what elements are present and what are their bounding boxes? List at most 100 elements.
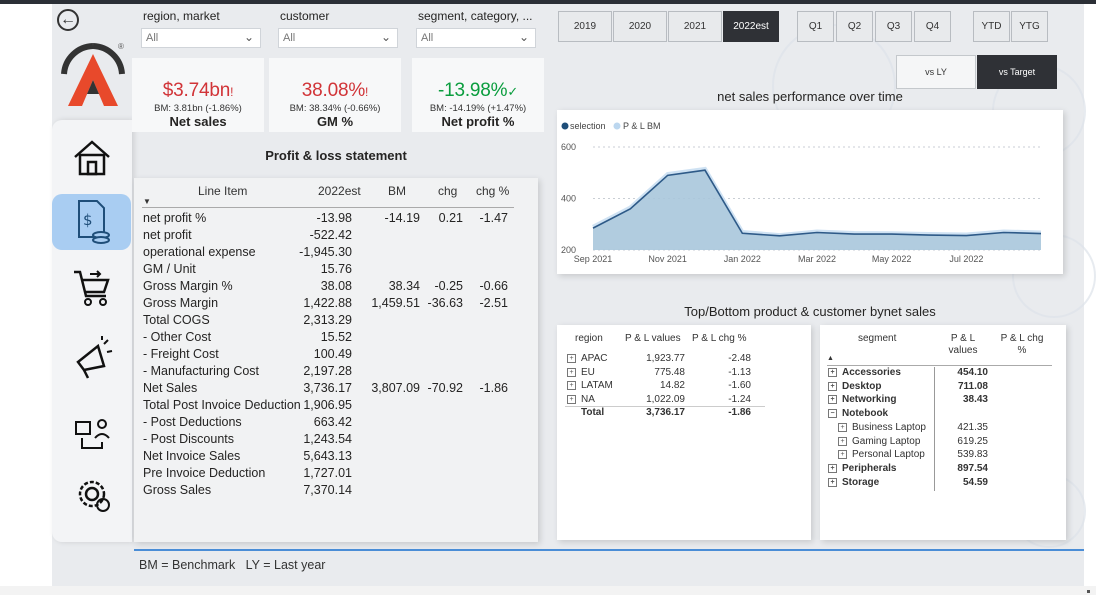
expand-icon[interactable]: + <box>828 463 837 473</box>
expand-icon[interactable]: + <box>567 381 576 390</box>
pnl-row[interactable]: net profit % -13.98 -14.19 0.21 -1.47 <box>143 210 523 227</box>
registered-mark: ® <box>118 42 124 51</box>
region-header-values[interactable]: P & L values <box>625 333 681 345</box>
nav-marketing[interactable] <box>52 330 132 386</box>
pnl-row[interactable]: Net Invoice Sales 5,643.13 <box>143 448 523 465</box>
quarter-q3-button[interactable]: Q3 <box>875 11 912 42</box>
segment-header-values[interactable]: P & L values <box>946 333 980 357</box>
segment-row-value: 539.83 <box>957 449 988 461</box>
ytd-button[interactable]: YTD <box>973 11 1010 42</box>
collapse-icon[interactable]: − <box>828 409 837 419</box>
segment-row-name[interactable]: + Peripherals <box>828 463 896 475</box>
segment-row-name[interactable]: + Business Laptop <box>838 422 926 434</box>
vs-ly-button[interactable]: vs LY <box>896 55 976 89</box>
expand-icon[interactable]: + <box>838 436 847 446</box>
region-header-chg[interactable]: P & L chg % <box>692 333 746 345</box>
legend-bm-label[interactable]: P & L BM <box>623 121 661 131</box>
year-2021-button[interactable]: 2021 <box>668 11 722 42</box>
pnl-row[interactable]: - Other Cost 15.52 <box>143 329 523 346</box>
region-header-region[interactable]: region <box>575 333 603 345</box>
chevron-down-icon: ⌄ <box>518 30 529 44</box>
expand-icon[interactable]: + <box>838 422 847 432</box>
sort-asc-icon[interactable]: ▲ <box>827 355 834 362</box>
region-row-name[interactable]: + LATAM <box>567 380 613 392</box>
pnl-row[interactable]: - Manufacturing Cost 2,197.28 <box>143 363 523 380</box>
svg-text:$: $ <box>83 211 93 229</box>
pnl-row[interactable]: Gross Margin % 38.08 38.34 -0.25 -0.66 <box>143 278 523 295</box>
filter-customer-dropdown[interactable]: All ⌄ <box>278 28 398 48</box>
region-row-name[interactable]: + APAC <box>567 353 608 365</box>
segment-header-chg[interactable]: P & L chg % <box>996 333 1048 357</box>
pnl-header-bm[interactable]: BM <box>388 184 406 198</box>
region-row-name[interactable]: + EU <box>567 367 595 379</box>
expand-icon[interactable]: + <box>567 367 576 377</box>
org-chart-icon <box>75 419 110 449</box>
legend-selection-label[interactable]: selection <box>570 121 606 131</box>
pnl-cell-est: -13.98 <box>316 211 352 225</box>
pnl-cell-item: - Freight Cost <box>143 347 219 361</box>
pnl-cell-est: 1,727.01 <box>303 466 352 480</box>
nav-supply-chain[interactable] <box>52 258 132 314</box>
pnl-cell-est: 663.42 <box>313 415 352 429</box>
year-2022est-button[interactable]: 2022est <box>723 11 779 42</box>
pnl-row[interactable]: Net Sales 3,736.17 3,807.09 -70.92 -1.86 <box>143 380 523 397</box>
expand-icon[interactable]: + <box>567 354 576 363</box>
kpi-net-sales: $3.74bn! BM: 3.81bn (-1.86%) Net sales <box>132 58 264 132</box>
quarter-q1-button[interactable]: Q1 <box>797 11 834 42</box>
segment-row-name[interactable]: + Networking <box>828 394 896 406</box>
segment-row-name[interactable]: + Accessories <box>828 367 901 379</box>
pnl-row[interactable]: net profit -522.42 <box>143 227 523 244</box>
pnl-header-est[interactable]: 2022est <box>318 184 361 198</box>
region-total-value: 3,736.17 <box>646 407 685 418</box>
pnl-row[interactable]: Total Post Invoice Deduction 1,906.95 <box>143 397 523 414</box>
pnl-row[interactable]: operational expense -1,945.30 <box>143 244 523 261</box>
vs-target-button[interactable]: vs Target <box>977 55 1057 89</box>
filter-segment-dropdown[interactable]: All ⌄ <box>416 28 536 48</box>
nav-finance[interactable]: $ <box>52 194 131 250</box>
expand-icon[interactable]: + <box>828 477 837 487</box>
expand-icon[interactable]: + <box>567 394 576 404</box>
segment-header-segment[interactable]: segment <box>858 333 896 345</box>
ytg-button[interactable]: YTG <box>1011 11 1048 42</box>
pnl-cell-item: Gross Margin <box>143 296 219 310</box>
nav-settings[interactable] <box>52 466 132 522</box>
nav-executive[interactable] <box>52 406 132 462</box>
region-row-name[interactable]: + NA <box>567 394 595 406</box>
pnl-cell-item: - Post Discounts <box>143 432 235 446</box>
pnl-row[interactable]: Gross Margin 1,422.88 1,459.51 -36.63 -2.51 <box>143 295 523 312</box>
year-2019-button[interactable]: 2019 <box>558 11 612 42</box>
quarter-q4-button[interactable]: Q4 <box>914 11 951 42</box>
x-tick-label: Jan 2022 <box>724 254 761 264</box>
home-icon <box>74 140 110 176</box>
nav-home[interactable] <box>52 130 132 186</box>
pnl-row[interactable]: - Post Deductions 663.42 <box>143 414 523 431</box>
quarter-q2-button[interactable]: Q2 <box>836 11 873 42</box>
pnl-header-chg-pct[interactable]: chg % <box>476 184 509 198</box>
kpi-net-profit-value: -13.98%✓ <box>437 80 519 101</box>
sort-desc-icon[interactable]: ▼ <box>143 197 151 206</box>
segment-row-name[interactable]: − Notebook <box>828 408 888 420</box>
expand-icon[interactable]: + <box>828 368 837 377</box>
kpi-gm: 38.08%! BM: 38.34% (-0.66%) GM % <box>269 58 401 132</box>
pnl-cell-est: 1,422.88 <box>303 296 352 310</box>
segment-row-name[interactable]: + Personal Laptop <box>838 449 925 461</box>
pnl-row[interactable]: Gross Sales 7,370.14 <box>143 482 523 499</box>
pnl-row[interactable]: Total COGS 2,313.29 <box>143 312 523 329</box>
pnl-header-chg[interactable]: chg <box>438 184 457 198</box>
pnl-row[interactable]: Pre Invoice Deduction 1,727.01 <box>143 465 523 482</box>
back-button[interactable]: ← <box>57 9 79 31</box>
segment-row-name[interactable]: + Gaming Laptop <box>838 436 920 448</box>
pnl-row[interactable]: - Freight Cost 100.49 <box>143 346 523 363</box>
segment-row-name[interactable]: + Storage <box>828 477 879 489</box>
pnl-header-line-item[interactable]: Line Item <box>198 184 247 198</box>
pnl-row[interactable]: GM / Unit 15.76 <box>143 261 523 278</box>
pnl-row[interactable]: - Post Discounts 1,243.54 <box>143 431 523 448</box>
expand-icon[interactable]: + <box>828 395 837 405</box>
expand-icon[interactable]: + <box>828 381 837 391</box>
segment-row-name[interactable]: + Desktop <box>828 381 881 393</box>
region-row-chg: -1.13 <box>728 366 751 378</box>
expand-icon[interactable]: + <box>838 450 847 460</box>
region-total-chg: -1.86 <box>728 407 751 418</box>
year-2020-button[interactable]: 2020 <box>613 11 667 42</box>
filter-region-dropdown[interactable]: All ⌄ <box>141 28 261 48</box>
